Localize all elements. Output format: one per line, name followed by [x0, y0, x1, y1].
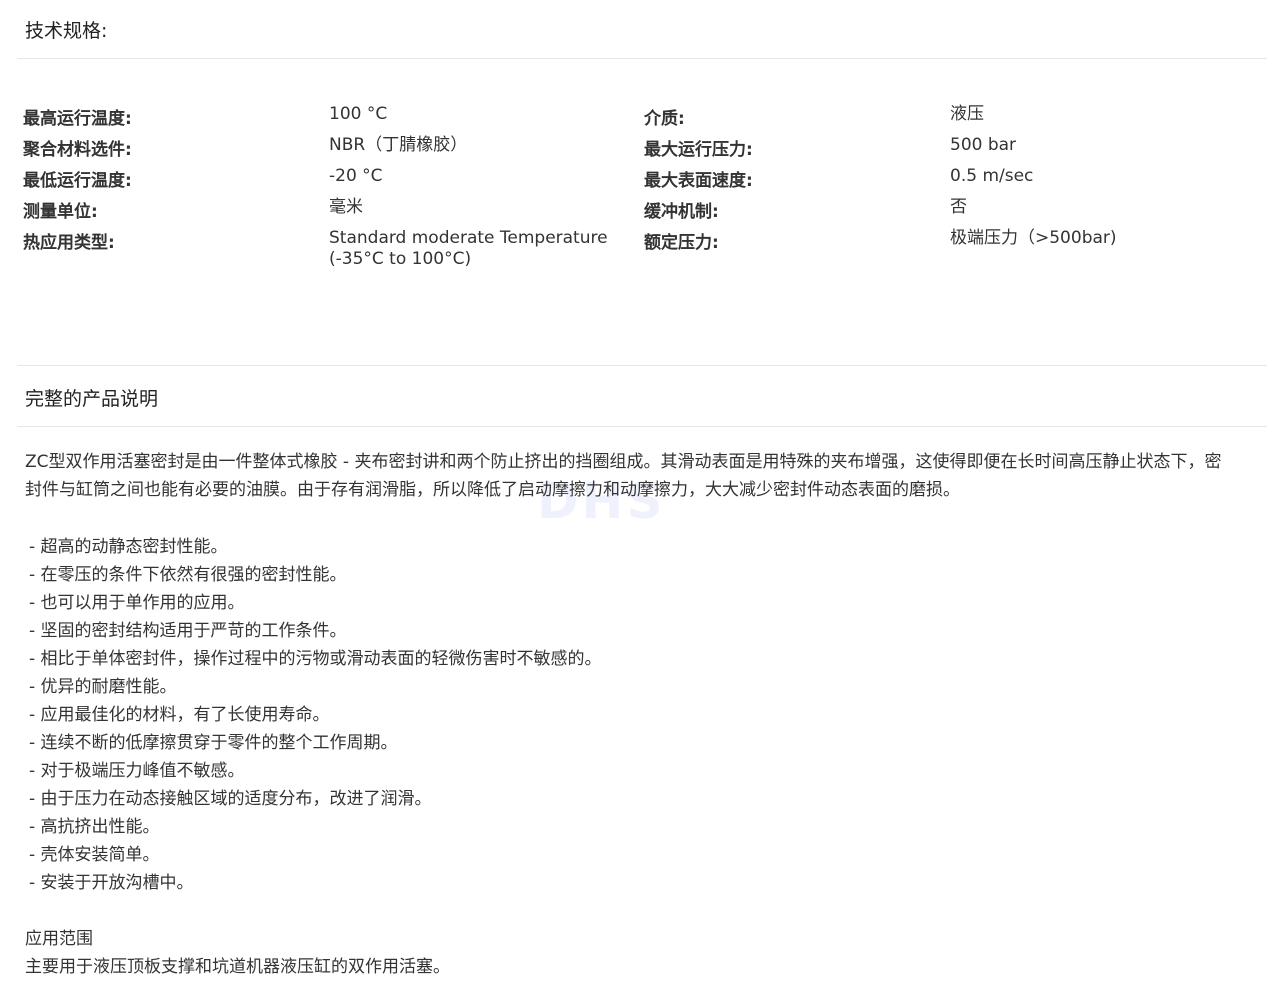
feature-item: - 安装于开放沟槽中。	[29, 873, 194, 893]
feature-item: - 对于极端压力峰值不敏感。	[29, 761, 245, 781]
spec-value: NBR（丁腈橡胶）	[329, 135, 468, 155]
feature-item: - 优异的耐磨性能。	[29, 677, 177, 697]
feature-item: - 坚固的密封结构适用于严苛的工作条件。	[29, 621, 347, 641]
description-title: 完整的产品说明	[25, 388, 159, 410]
feature-item: - 壳体安装简单。	[29, 845, 160, 865]
spec-value: -20 °C	[329, 166, 383, 186]
specs-title: 技术规格:	[25, 20, 108, 42]
spec-label: 介质:	[644, 109, 685, 129]
spec-value: 0.5 m/sec	[950, 166, 1034, 186]
description-paragraph-line: ZC型双作用活塞密封是由一件整体式橡胶 - 夹布密封讲和两个防止挤出的挡圈组成。…	[25, 452, 1222, 472]
feature-item: - 也可以用于单作用的应用。	[29, 593, 245, 613]
feature-item: - 应用最佳化的材料，有了长使用寿命。	[29, 705, 330, 725]
application-heading: 应用范围	[25, 929, 93, 949]
spec-value: 500 bar	[950, 135, 1017, 155]
spec-value: 液压	[950, 104, 984, 124]
spec-label: 聚合材料选件:	[23, 140, 132, 160]
feature-item: - 连续不断的低摩擦贯穿于零件的整个工作周期。	[29, 733, 398, 753]
feature-item: - 高抗挤出性能。	[29, 817, 160, 837]
spec-label: 额定压力:	[644, 233, 719, 253]
section-divider	[17, 365, 1267, 366]
specs-title-divider	[17, 58, 1267, 59]
spec-value: 100 °C	[329, 104, 388, 124]
application-text: 主要用于液压顶板支撑和坑道机器液压缸的双作用活塞。	[25, 957, 450, 977]
spec-value: Standard moderate Temperature	[329, 228, 608, 248]
spec-label: 最高运行温度:	[23, 109, 132, 129]
spec-label: 最低运行温度:	[23, 171, 132, 191]
description-title-divider	[17, 426, 1267, 427]
feature-item: - 超高的动静态密封性能。	[29, 537, 228, 557]
feature-item: - 由于压力在动态接触区域的适度分布，改进了润滑。	[29, 789, 432, 809]
feature-item: - 在零压的条件下依然有很强的密封性能。	[29, 565, 347, 585]
spec-label: 最大表面速度:	[644, 171, 753, 191]
spec-label: 热应用类型:	[23, 233, 115, 253]
spec-value: 毫米	[329, 197, 363, 217]
spec-value: 否	[950, 197, 967, 217]
spec-label: 最大运行压力:	[644, 140, 753, 160]
spec-label: 缓冲机制:	[644, 202, 719, 222]
spec-value: 极端压力（>500bar)	[950, 228, 1117, 248]
description-paragraph-line: 封件与缸筒之间也能有必要的油膜。由于存有润滑脂，所以降低了启动摩擦力和动摩擦力，…	[25, 480, 960, 500]
spec-label: 测量单位:	[23, 202, 98, 222]
feature-item: - 相比于单体密封件，操作过程中的污物或滑动表面的轻微伤害时不敏感的。	[29, 649, 602, 669]
spec-value-continued: (-35°C to 100°C)	[329, 249, 472, 269]
